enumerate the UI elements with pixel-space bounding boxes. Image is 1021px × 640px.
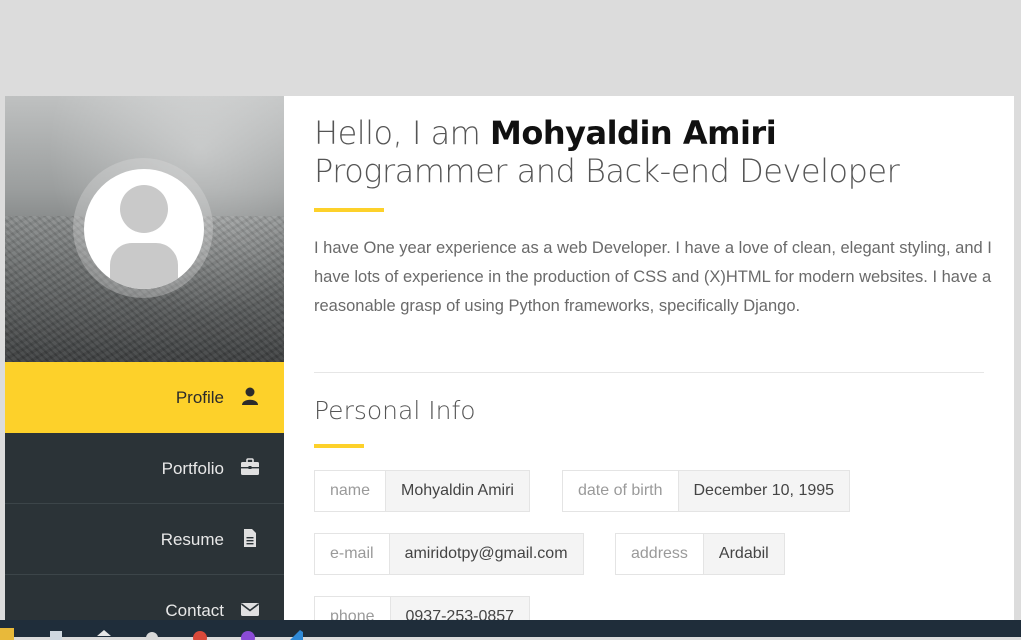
field-key: date of birth [563,471,679,511]
greeting-heading: Hello, I am Mohyaldin Amiri [314,114,777,152]
app-icon[interactable] [144,628,160,640]
chrome-icon[interactable] [192,628,208,640]
vscode-icon[interactable] [288,628,304,640]
info-field-name: name Mohyaldin Amiri [314,470,530,512]
envelope-icon [241,603,259,616]
document-icon [244,529,256,547]
nav-item-contact[interactable]: Contact [5,575,284,620]
nav-item-resume[interactable]: Resume [5,504,284,575]
field-key: e-mail [315,534,390,574]
field-key: phone [315,597,391,620]
info-field-address: address Ardabil [615,533,785,575]
section-title: Personal Info [314,396,476,425]
section-accent-line [314,444,364,448]
field-key: name [315,471,387,511]
default-avatar-icon [110,185,178,289]
field-value: Mohyaldin Amiri [386,471,529,511]
heading-accent-line [314,208,384,212]
field-key: address [616,534,704,574]
greeting-text: Hello, I am [314,114,491,152]
nav-item-label: Contact [165,601,224,620]
nav-item-label: Resume [160,530,224,549]
folder-icon[interactable] [0,628,14,640]
divider [314,372,984,373]
taskbar [0,620,1021,640]
info-field-email: e-mail amiridotpy@gmail.com [314,533,584,575]
podcast-icon[interactable] [240,628,256,640]
nav-item-label: Portfolio [161,459,224,478]
profile-panel: Hello, I am Mohyaldin Amiri Programmer a… [284,96,1014,620]
home-icon[interactable] [96,628,112,640]
profile-name: Mohyaldin Amiri [490,114,777,152]
field-value: December 10, 1995 [678,471,850,511]
info-field-phone: phone 0937-253-0857 [314,596,531,620]
nav-item-label: Profile [175,388,224,407]
nav-item-profile[interactable]: Profile [5,362,284,433]
field-value[interactable]: amiridotpy@gmail.com [389,534,583,574]
store-icon[interactable] [48,628,64,640]
briefcase-icon [241,458,259,475]
profile-cover-image [5,96,284,362]
profile-role: Programmer and Back-end Developer [314,152,900,190]
user-icon [242,387,258,405]
profile-bio: I have One year experience as a web Deve… [314,239,992,315]
nav-item-portfolio[interactable]: Portfolio [5,433,284,504]
field-value: 0937-253-0857 [390,597,530,620]
sidebar: Profile Portfolio Resume Contact [5,96,284,620]
avatar [84,169,204,289]
field-value: Ardabil [703,534,784,574]
info-field-date-of-birth: date of birth December 10, 1995 [562,470,851,512]
